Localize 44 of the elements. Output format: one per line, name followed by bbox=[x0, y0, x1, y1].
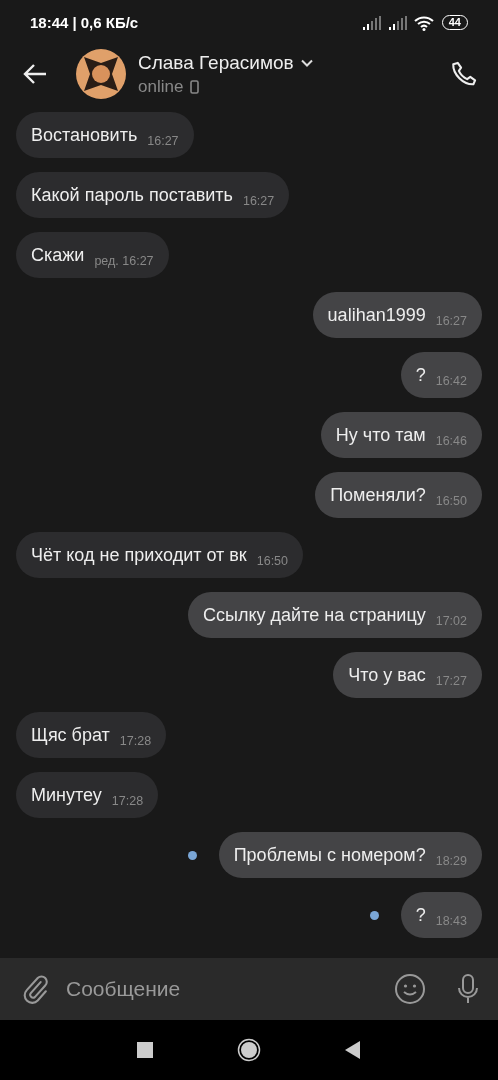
home-button-icon[interactable] bbox=[237, 1038, 261, 1062]
message-time: ред. 16:27 bbox=[94, 254, 154, 268]
message-text: Минутеу bbox=[31, 784, 102, 806]
message-text: Что у вас bbox=[348, 664, 426, 686]
message-text: ? bbox=[415, 364, 426, 386]
message-text: Проблемы с номером? bbox=[233, 844, 426, 866]
message-text: Поменяли? bbox=[330, 484, 426, 506]
back-arrow-icon[interactable] bbox=[22, 63, 48, 85]
message-time: 16:50 bbox=[256, 554, 288, 568]
message-text: Востановить bbox=[31, 124, 138, 146]
message-time: 18:43 bbox=[435, 914, 467, 928]
contact-name[interactable]: Слава Герасимов bbox=[138, 51, 294, 74]
message-text: Чёт код не приходит от вк bbox=[31, 544, 247, 566]
message-time: 16:27 bbox=[242, 194, 275, 208]
chevron-down-icon[interactable] bbox=[300, 58, 313, 67]
back-button-icon[interactable] bbox=[345, 1041, 361, 1059]
network-speed: | 0,6 КБ/с bbox=[72, 14, 139, 31]
signal-icon bbox=[361, 15, 382, 30]
microphone-icon[interactable] bbox=[456, 973, 480, 1005]
wifi-icon bbox=[413, 14, 434, 31]
message-time: 18:29 bbox=[435, 854, 467, 868]
message-text: Ссылку дайте на страницу bbox=[203, 604, 426, 626]
message-text: Скажи bbox=[31, 244, 85, 266]
message-time: 17:27 bbox=[435, 674, 467, 688]
paperclip-icon[interactable] bbox=[22, 974, 50, 1004]
message-text: Ну что там bbox=[335, 424, 426, 446]
online-status: online bbox=[138, 76, 184, 97]
phone-call-icon[interactable] bbox=[450, 60, 478, 88]
message-text: ? bbox=[415, 904, 426, 926]
message-text: Щяс брат bbox=[31, 724, 110, 746]
message-time: 17:28 bbox=[119, 734, 152, 748]
status-time: 18:44 bbox=[30, 14, 69, 31]
phone-device-icon bbox=[190, 79, 200, 94]
message-time: 16:27 bbox=[147, 134, 179, 148]
emoji-icon[interactable] bbox=[394, 973, 426, 1005]
signal-icon bbox=[387, 15, 408, 30]
message-text: ualihan1999 bbox=[327, 304, 426, 326]
message-text: Какой пароль поставить bbox=[31, 184, 233, 206]
message-time: 16:42 bbox=[435, 374, 467, 388]
message-time: 17:02 bbox=[435, 614, 467, 628]
message-time: 17:28 bbox=[111, 794, 144, 808]
message-time: 16:46 bbox=[435, 434, 467, 448]
message-time: 16:27 bbox=[435, 314, 467, 328]
message-time: 16:50 bbox=[435, 494, 467, 508]
